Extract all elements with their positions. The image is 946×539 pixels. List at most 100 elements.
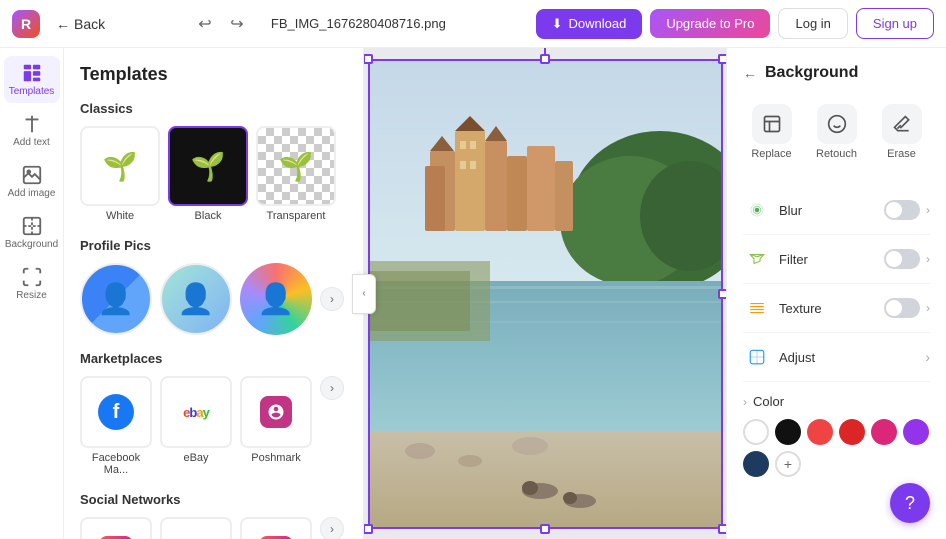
template-thumb-white: 🌱 [80,126,160,206]
action-replace[interactable]: Replace [743,98,800,166]
handle-bottom-right[interactable] [718,524,727,534]
action-buttons: Replace Retouch Erase [743,98,930,166]
social-row: › [80,517,347,539]
social-scroll-right[interactable]: › [320,517,344,539]
color-swatch-crimson[interactable] [839,419,865,445]
profile-item-2[interactable]: 👤 [160,263,232,335]
canvas-area[interactable] [364,48,726,539]
resize-icon [21,266,43,288]
sidebar-item-label: Resize [16,290,47,301]
erase-label: Erase [887,148,916,160]
sidebar-item-label: Add image [8,188,56,199]
marketplaces-row: f Facebook Ma... ebay eBay Poshmar [80,376,347,476]
social-thumb-blank [160,517,232,539]
signup-label: Sign up [873,16,917,31]
marketplace-item-poshmark[interactable]: Poshmark [240,376,312,464]
handle-top-center[interactable] [540,54,550,64]
ebay-logo: ebay [183,405,209,420]
back-button[interactable]: ← Back [48,12,113,36]
template-item-black[interactable]: 🌱 Black [168,126,248,222]
topbar-right: ⬇ Download Upgrade to Pro Log in Sign up [536,8,934,39]
marketplace-item-facebook[interactable]: f Facebook Ma... [80,376,152,476]
redo-button[interactable]: ↪ [223,10,251,38]
filter-chevron: › [926,252,930,266]
action-erase[interactable]: Erase [873,98,930,166]
filter-toggle-switch[interactable] [884,249,920,269]
profile-pics-row: 👤 👤 👤 › [80,263,347,335]
sidebar-item-add-image[interactable]: Add image [4,158,60,205]
sidebar-item-resize[interactable]: Resize [4,260,60,307]
filename-label: FB_IMG_1676280408716.png [271,16,446,31]
social-item-instagram-2[interactable] [240,517,312,539]
login-button[interactable]: Log in [778,8,847,39]
marketplace-thumb-ebay: ebay [160,376,232,448]
color-swatch-purple[interactable] [903,419,929,445]
action-retouch[interactable]: Retouch [808,98,865,166]
right-panel-back-icon[interactable]: ← [743,65,757,81]
canvas-container: ‹ [364,48,726,539]
texture-label: Texture [779,301,822,316]
template-label-black: Black [195,210,222,222]
blur-toggle-switch[interactable] [884,200,920,220]
handle-top-right[interactable] [718,54,727,64]
color-swatch-red[interactable] [807,419,833,445]
color-add-button[interactable]: + [775,451,801,477]
poshmark-icon [260,396,292,428]
color-swatch-black[interactable] [775,419,801,445]
login-label: Log in [795,16,830,31]
color-swatch-dark-blue[interactable] [743,451,769,477]
plant-icon: 🌱 [103,150,138,183]
marketplace-item-ebay[interactable]: ebay eBay [160,376,232,464]
social-networks-section-title: Social Networks [80,492,347,507]
toggle-texture[interactable]: Texture › [743,284,930,333]
toggle-adjust[interactable]: Adjust › [743,333,930,382]
texture-icon [743,294,771,322]
profile-item-1[interactable]: 👤 [80,263,152,335]
download-button[interactable]: ⬇ Download [536,9,643,39]
social-thumb-instagram-2 [240,517,312,539]
template-item-white[interactable]: 🌱 White [80,126,160,222]
handle-bottom-center[interactable] [540,524,550,534]
classics-section-title: Classics [80,101,347,116]
panel-collapse-button[interactable]: ‹ [352,274,376,314]
back-arrow-icon: ← [56,16,70,32]
toggle-blur[interactable]: Blur › [743,186,930,235]
plant-icon-black: 🌱 [191,150,226,183]
texture-toggle-switch[interactable] [884,298,920,318]
handle-top-left[interactable] [364,54,373,64]
right-panel-header: ← Background [743,64,930,82]
handle-middle-right[interactable] [718,289,727,299]
template-label-transparent: Transparent [267,210,326,222]
marketplace-scroll-right[interactable]: › [320,376,344,400]
canvas-scene-svg [370,61,723,529]
sidebar-item-label: Background [5,239,58,250]
color-swatch-pink[interactable] [871,419,897,445]
sidebar-item-background[interactable]: Background [4,209,60,256]
sidebar-item-add-text[interactable]: Add text [4,107,60,154]
color-chevron-icon[interactable]: › [743,395,747,409]
social-item-blank[interactable] [160,517,232,539]
upgrade-label: Upgrade to Pro [666,16,754,31]
handle-bottom-left[interactable] [364,524,373,534]
toggle-filter[interactable]: Filter › [743,235,930,284]
template-item-transparent[interactable]: 🌱 Transparent [256,126,336,222]
profile-thumb-2: 👤 [160,263,232,335]
marketplace-thumb-poshmark [240,376,312,448]
profile-item-3[interactable]: 👤 [240,263,312,335]
profile-scroll-right[interactable]: › [320,287,344,311]
filter-icon [743,245,771,273]
color-swatch-white[interactable] [743,419,769,445]
template-label-white: White [106,210,134,222]
social-thumb-instagram-1 [80,517,152,539]
sidebar-item-templates[interactable]: Templates [4,56,60,103]
toggle-blur-right: › [884,200,930,220]
filter-label: Filter [779,252,808,267]
main-content: Templates Add text Add image Background … [0,48,946,539]
undo-button[interactable]: ↩ [191,10,219,38]
adjust-chevron: › [925,349,930,365]
social-item-instagram-1[interactable] [80,517,152,539]
help-button[interactable]: ? [890,483,930,523]
adjust-label: Adjust [779,350,815,365]
signup-button[interactable]: Sign up [856,8,934,39]
upgrade-button[interactable]: Upgrade to Pro [650,9,770,38]
